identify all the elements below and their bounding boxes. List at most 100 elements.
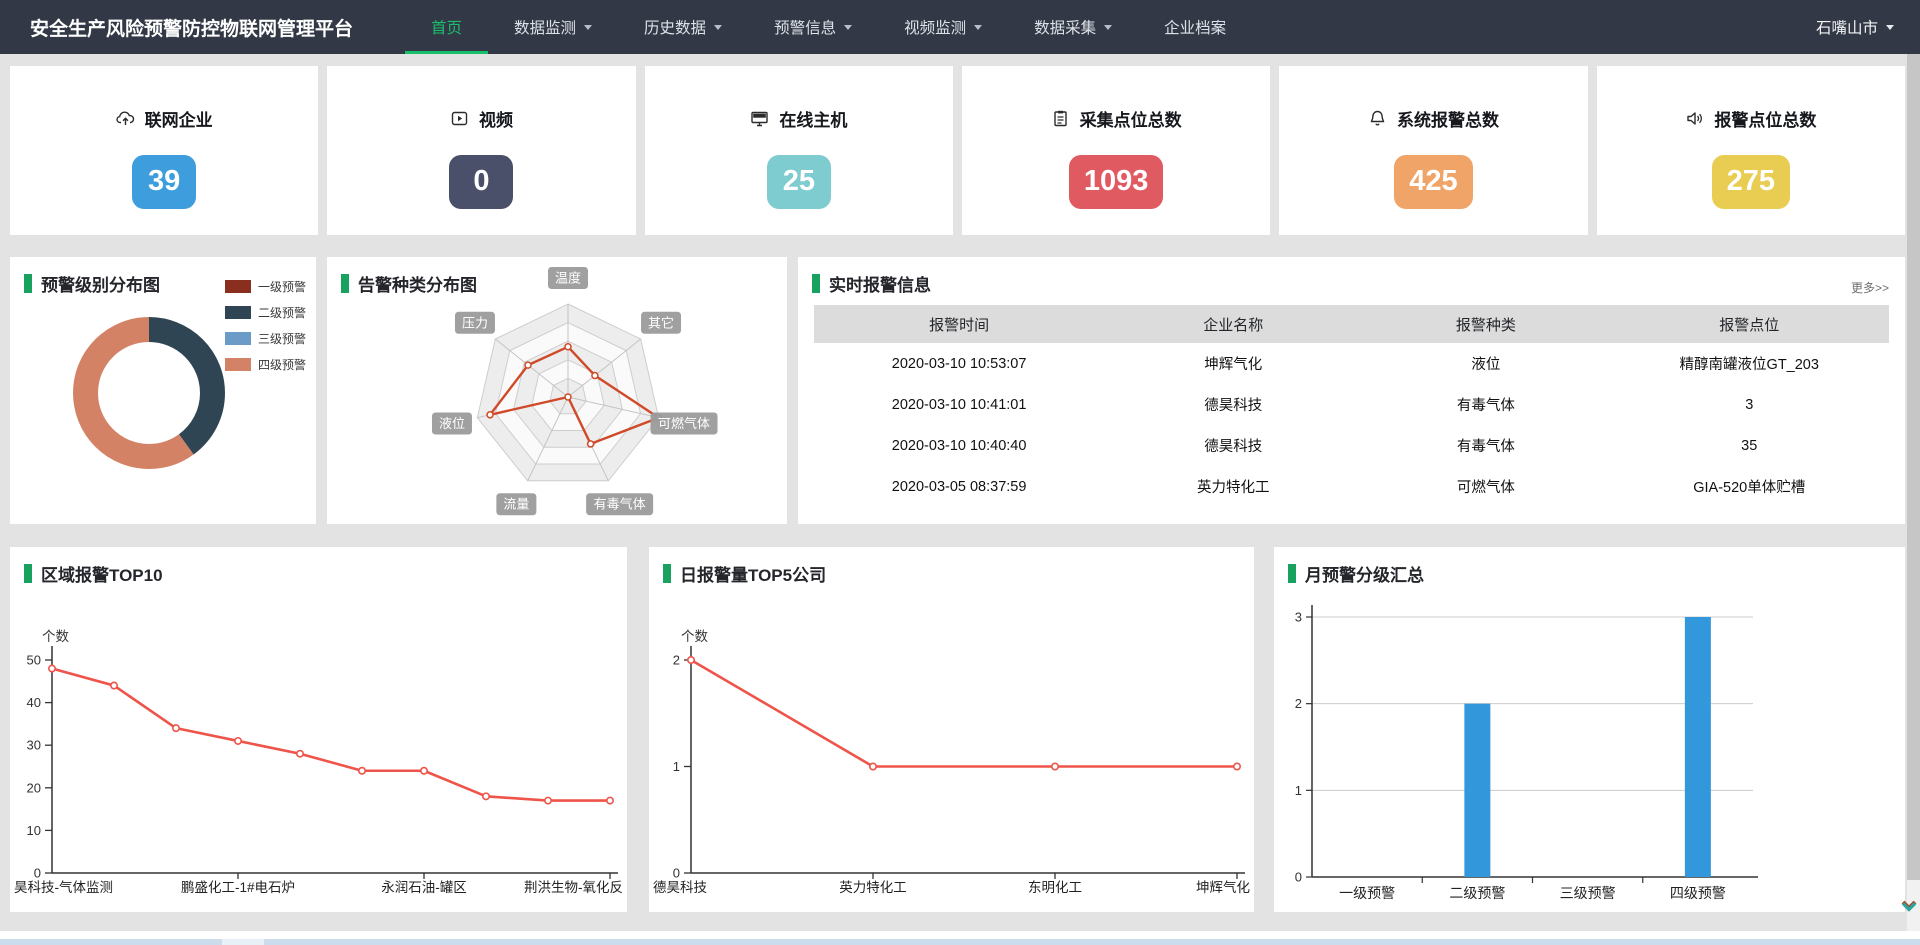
stat-value-badge: 25 [767,155,831,209]
radar-axis-label: 压力 [455,312,495,334]
table-cell: 可燃气体 [1362,476,1609,497]
scrollbar-thumb[interactable] [1907,54,1920,880]
legend-item[interactable]: 一级预警 [225,278,306,295]
table-header-cell: 报警时间 [814,314,1104,335]
legend-swatch [225,280,251,293]
panel-title: 月预警分级汇总 [1288,561,1424,586]
svg-text:荆洪生物-氧化反: 荆洪生物-氧化反 [524,880,623,895]
nav-item-label: 数据采集 [1034,16,1096,38]
svg-text:有毒气体: 有毒气体 [594,497,646,512]
footer-white-strip [0,931,1920,939]
table-cell: 液位 [1362,353,1609,374]
table-cell: 精醇南罐液位GT_203 [1610,353,1890,374]
svg-text:个数: 个数 [42,629,69,644]
footer-blue-strip [0,939,1920,945]
alarm-type-panel: 告警种类分布图 温度其它可燃气体有毒气体流量液位压力 [327,257,787,524]
monthly-warning-panel: 月预警分级汇总 0123一级预警二级预警三级预警四级预警 [1274,547,1905,912]
nav-item-history-data[interactable]: 历史数据 [618,0,748,54]
main-menu: 首页 数据监测 历史数据 预警信息 视频监测 数据采集 [405,0,1252,54]
svg-text:1: 1 [1295,783,1302,798]
table-row: 2020-03-10 10:53:07坤辉气化液位精醇南罐液位GT_203 [814,343,1889,384]
table-row: 2020-03-10 10:41:01德昊科技有毒气体3 [814,384,1889,425]
legend-swatch [225,332,251,345]
svg-text:0: 0 [34,866,41,881]
table-row: 2020-03-05 08:37:59英力特化工可燃气体GIA-520单体贮槽 [814,466,1889,507]
panel-title: 预警级别分布图 [24,271,160,296]
svg-text:3: 3 [1295,610,1302,625]
svg-text:20: 20 [27,780,41,795]
svg-text:昊科技-气体监测: 昊科技-气体监测 [14,880,113,895]
nav-item-label: 企业档案 [1164,16,1226,38]
region-label: 石嘴山市 [1816,16,1878,38]
svg-text:压力: 压力 [462,315,488,330]
alarm-type-radar-chart: 温度其它可燃气体有毒气体流量液位压力 [327,257,787,524]
monitor-icon [750,109,769,128]
warning-level-panel: 预警级别分布图 一级预警二级预警三级预警四级预警 [10,257,316,524]
svg-text:液位: 液位 [439,416,465,431]
nav-item-data-collect[interactable]: 数据采集 [1008,0,1138,54]
scroll-down-chevron-icon[interactable] [1899,898,1919,916]
stat-card-connected-enterprises: 联网企业 39 [10,66,318,235]
stat-card-row: 联网企业 39 视频 0 在线主机 25 [10,66,1905,235]
table-cell: 德昊科技 [1104,435,1362,456]
nav-item-label: 预警信息 [774,16,836,38]
nav-item-warning-info[interactable]: 预警信息 [748,0,878,54]
panel-title: 区域报警TOP10 [24,561,163,586]
svg-text:坤辉气化: 坤辉气化 [1196,880,1250,895]
table-header-cell: 报警种类 [1362,314,1609,335]
bell-icon [1368,109,1387,128]
table-cell: 2020-03-10 10:53:07 [814,356,1104,372]
svg-text:50: 50 [27,653,41,668]
title-accent-bar [1288,564,1296,583]
svg-text:一级预警: 一级预警 [1339,885,1395,901]
panel-title-label: 预警级别分布图 [41,271,160,296]
svg-text:1: 1 [673,759,680,774]
table-header-cell: 报警点位 [1610,314,1890,335]
panel-title-label: 告警种类分布图 [358,271,477,296]
nav-item-home[interactable]: 首页 [405,0,488,54]
svg-text:40: 40 [27,695,41,710]
top-navbar: 安全生产风险预警防控物联网管理平台 首页 数据监测 历史数据 预警信息 视频监测 [0,0,1920,54]
table-cell: 有毒气体 [1362,394,1609,415]
realtime-alarm-table: 报警时间企业名称报警种类报警点位 2020-03-10 10:53:07坤辉气化… [814,305,1889,507]
legend-item[interactable]: 四级预警 [225,356,306,373]
svg-text:永润石油-罐区: 永润石油-罐区 [381,880,467,895]
legend-label: 三级预警 [258,330,306,347]
radar-axis-label: 温度 [548,267,588,289]
svg-text:鹏盛化工-1#电石炉: 鹏盛化工-1#电石炉 [181,880,295,895]
svg-text:0: 0 [1295,870,1302,885]
panel-title: 告警种类分布图 [341,271,477,296]
nav-item-enterprise-archive[interactable]: 企业档案 [1138,0,1252,54]
title-accent-bar [341,274,349,293]
panel-title-label: 区域报警TOP10 [41,561,163,586]
table-cell: 坤辉气化 [1104,353,1362,374]
stat-label: 报警点位总数 [1714,106,1816,131]
panel-title-label: 月预警分级汇总 [1305,561,1424,586]
table-header-row: 报警时间企业名称报警种类报警点位 [814,305,1889,343]
legend-item[interactable]: 二级预警 [225,304,306,321]
table-cell: 德昊科技 [1104,394,1362,415]
stat-value-badge: 39 [132,155,196,209]
title-accent-bar [24,564,32,583]
nav-item-video-monitor[interactable]: 视频监测 [878,0,1008,54]
more-link[interactable]: 更多>> [1851,279,1889,296]
legend-swatch [225,306,251,319]
svg-text:三级预警: 三级预警 [1560,885,1616,901]
panel-title-label: 实时报警信息 [829,271,931,296]
chevron-down-icon [844,25,852,30]
table-cell: 英力特化工 [1104,476,1362,497]
radar-axis-label: 液位 [432,412,472,434]
chevron-down-icon [584,25,592,30]
radar-axis-label: 其它 [641,312,681,334]
table-header-cell: 企业名称 [1104,314,1362,335]
radar-axis-label: 有毒气体 [586,493,653,515]
region-selector[interactable]: 石嘴山市 [1816,16,1894,38]
nav-item-data-monitor[interactable]: 数据监测 [488,0,618,54]
video-icon [450,109,469,128]
title-accent-bar [663,564,671,583]
table-cell: 3 [1610,397,1890,413]
legend-swatch [225,358,251,371]
legend-item[interactable]: 三级预警 [225,330,306,347]
stat-value-badge: 425 [1394,155,1472,209]
table-cell: GIA-520单体贮槽 [1610,476,1890,497]
